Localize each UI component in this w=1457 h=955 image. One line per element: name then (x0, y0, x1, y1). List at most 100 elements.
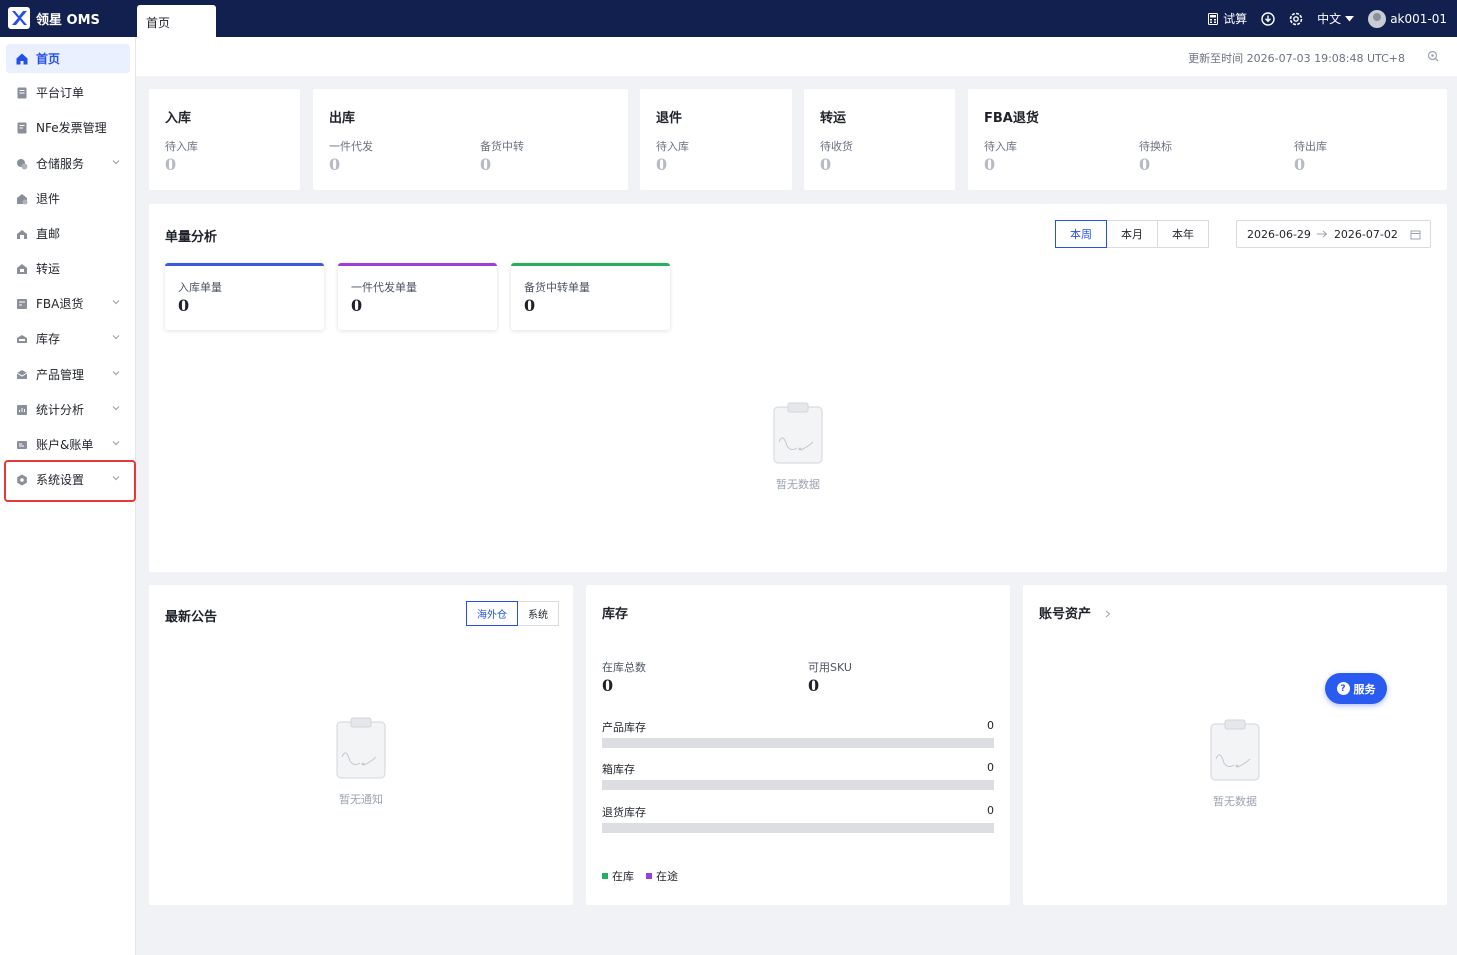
legend-in-transit[interactable]: 在途 (646, 868, 678, 884)
empty-clipboard-icon (773, 402, 823, 464)
tab-home[interactable]: 首页 (137, 5, 216, 37)
settings-gear-icon[interactable] (1289, 12, 1303, 26)
chevron-right-icon (1105, 610, 1110, 618)
outbound-transit-label: 备货中转 (480, 140, 524, 153)
return-stock-label: 退货库存 (602, 806, 646, 819)
sidebar-item-4[interactable]: 退件 (6, 184, 130, 213)
app-logo[interactable]: 领星 OMS (8, 6, 100, 30)
logo-icon (8, 7, 30, 29)
trial-button[interactable]: 试算 (1207, 10, 1247, 27)
return-stock-value: 0 (987, 804, 994, 817)
available-sku-label: 可用SKU (808, 661, 852, 674)
sidebar-item-5[interactable]: 直邮 (6, 219, 130, 248)
returns-card[interactable]: 退件 待入库 0 (640, 89, 792, 190)
order-icon (17, 87, 27, 98)
transfer-pending-value[interactable]: 0 (820, 155, 831, 174)
transfer-icon (17, 263, 27, 274)
tab-system[interactable]: 系统 (517, 601, 559, 626)
announcements-empty-state: 暂无通知 (311, 717, 411, 807)
returns-title: 退件 (656, 111, 683, 126)
service-button[interactable]: ? 服务 (1325, 673, 1387, 704)
tab-overseas-warehouse[interactable]: 海外仓 (466, 601, 518, 626)
product-icon (16, 369, 28, 379)
inbound-card[interactable]: 入库 待入库 0 (149, 89, 300, 190)
sidebar-item-label: 统计分析 (36, 403, 85, 417)
sidebar-item-1[interactable]: 平台订单 (6, 78, 130, 107)
empty-clipboard-icon (1210, 719, 1260, 781)
sidebar-item-6[interactable]: 转运 (6, 254, 130, 283)
sidebar-item-label: 直邮 (36, 227, 61, 241)
inventory-title: 库存 (602, 607, 629, 622)
fba-inbound-value[interactable]: 0 (984, 155, 995, 174)
inventory-icon (17, 334, 27, 343)
calculator-icon (1208, 12, 1219, 25)
total-stock-label: 在库总数 (602, 661, 646, 674)
sidebar-item-11[interactable]: 账户&账单 (6, 430, 130, 459)
top-bar: 领星 OMS 首页 试算 中文 ak001-01 (0, 0, 1457, 37)
help-icon: ? (1336, 682, 1350, 695)
language-select[interactable]: 中文 (1317, 10, 1355, 27)
refresh-icon[interactable] (1427, 50, 1439, 62)
return-stock-bar (602, 823, 994, 833)
sidebar-item-label: 平台订单 (36, 86, 85, 100)
sidebar-item-9[interactable]: 产品管理 (6, 360, 130, 389)
period-week-button[interactable]: 本周 (1055, 220, 1107, 248)
box-stock-value: 0 (987, 761, 994, 774)
product-stock-value: 0 (987, 719, 994, 732)
dropship-count-card[interactable]: 一件代发单量 0 (338, 263, 497, 330)
outbound-dropship-value[interactable]: 0 (329, 155, 340, 174)
card-accent-bar (338, 263, 497, 266)
dropship-count-value: 0 (351, 296, 363, 315)
outbound-card[interactable]: 出库 一件代发 0 备货中转 0 (313, 89, 628, 190)
service-label: 服务 (1353, 682, 1376, 696)
app-title: 领星 OMS (36, 12, 100, 28)
date-range-picker[interactable]: 2026-06-29 2026-07-02 (1236, 220, 1431, 248)
chevron-down-icon (112, 300, 120, 305)
fba-relabel-value[interactable]: 0 (1139, 155, 1150, 174)
returns-pending-value[interactable]: 0 (656, 155, 667, 174)
announcements-empty-text: 暂无通知 (339, 793, 383, 806)
sidebar-item-label: 库存 (36, 332, 61, 346)
transit-count-card[interactable]: 备货中转单量 0 (511, 263, 670, 330)
assets-empty-text: 暂无数据 (1213, 795, 1257, 808)
box-stock-label: 箱库存 (602, 763, 635, 776)
sidebar-item-7[interactable]: FBA退货 (6, 289, 130, 318)
inbound-count-card[interactable]: 入库单量 0 (165, 263, 324, 330)
sidebar-item-label: 退件 (36, 192, 61, 206)
sidebar-item-8[interactable]: 库存 (6, 324, 130, 353)
legend-in-transit-label: 在途 (656, 870, 678, 883)
inbound-count-label: 入库单量 (178, 281, 222, 294)
assets-title: 账号资产 (1039, 607, 1092, 622)
settings-highlight-box (4, 460, 136, 502)
assets-title-link[interactable]: 账号资产 (1039, 603, 1112, 622)
outbound-transit-value[interactable]: 0 (480, 155, 491, 174)
inbound-pending-value[interactable]: 0 (165, 155, 176, 174)
analysis-empty-text: 暂无数据 (776, 478, 820, 491)
period-year-button[interactable]: 本年 (1157, 220, 1209, 248)
transfer-card[interactable]: 转运 待收货 0 (804, 89, 955, 190)
sidebar-item-10[interactable]: 统计分析 (6, 395, 130, 424)
analysis-empty-state: 暂无数据 (749, 402, 847, 492)
legend-in-stock[interactable]: 在库 (602, 868, 634, 884)
announcements-title: 最新公告 (165, 610, 218, 625)
period-month-button[interactable]: 本月 (1106, 220, 1158, 248)
inventory-legend: 在库 在途 (602, 868, 678, 884)
card-accent-bar (511, 263, 670, 266)
sidebar-item-0[interactable]: 首页 (6, 44, 130, 73)
fba-outbound-value[interactable]: 0 (1294, 155, 1305, 174)
sidebar-item-label: 账户&账单 (36, 438, 94, 452)
dropship-count-label: 一件代发单量 (351, 281, 417, 294)
download-icon[interactable] (1261, 11, 1275, 26)
user-menu[interactable]: ak001-01 (1368, 9, 1447, 28)
period-switch: 本周 本月 本年 (1055, 220, 1209, 248)
transfer-title: 转运 (820, 111, 847, 126)
sidebar-item-2[interactable]: NFe发票管理 (6, 113, 130, 142)
chevron-down-icon (112, 441, 120, 446)
announcements-panel: 最新公告 暂无通知 (149, 585, 573, 905)
fba-card[interactable]: FBA退货 待入库 0 待换标 0 待出库 0 (968, 89, 1447, 190)
chevron-down-icon (112, 160, 120, 165)
transfer-pending-label: 待收货 (820, 140, 853, 153)
sidebar-item-3[interactable]: 仓储服务 (6, 149, 130, 178)
inbound-title: 入库 (165, 111, 192, 126)
fba-outbound-label: 待出库 (1294, 140, 1327, 153)
